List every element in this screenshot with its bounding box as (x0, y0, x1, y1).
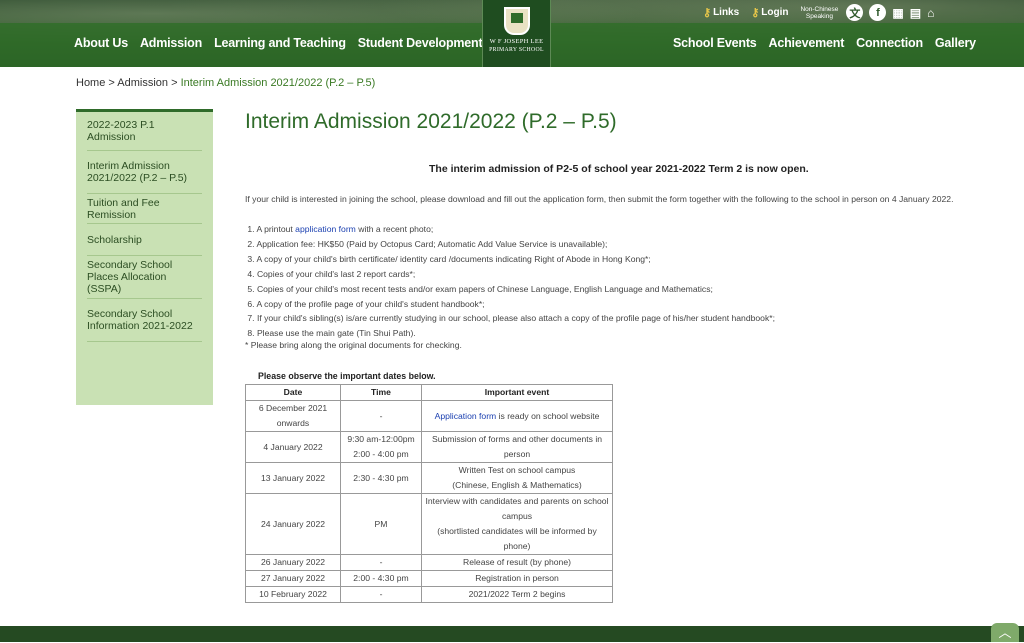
cell-event: Release of result (by phone) (421, 554, 613, 571)
breadcrumb-home[interactable]: Home (76, 77, 105, 89)
important-dates-table: Date Time Important event 6 December 202… (245, 384, 613, 603)
chinese-language-icon[interactable]: 文 (846, 4, 864, 21)
announcement-heading: The interim admission of P2-5 of school … (429, 163, 809, 175)
table-row: 13 January 2022 2:30 - 4:30 pm Written T… (245, 462, 613, 494)
table-row: 10 February 2022 - 2021/2022 Term 2 begi… (245, 586, 613, 603)
table-row: 4 January 2022 9:30 am-12:00pm 2:00 - 4:0… (245, 431, 613, 463)
utility-links: ⚷ Links ⚷ Login Non-Chinese Speaking 文 f… (703, 4, 940, 21)
cell-event: Submission of forms and other documents … (421, 431, 613, 463)
site-footer (0, 626, 1024, 642)
school-crest-icon (503, 7, 530, 35)
list-item: 8. Please use the main gate (Tin Shui Pa… (247, 328, 416, 339)
original-documents-note: * Please bring along the original docume… (245, 340, 462, 350)
nav-about-us[interactable]: About Us (74, 36, 128, 50)
school-logo[interactable]: W F JOSEPH LEE PRIMARY SCHOOL (482, 0, 551, 67)
cell-time: PM (340, 493, 422, 555)
cell-event: Application form is ready on school webs… (421, 400, 613, 432)
breadcrumb-separator: > (105, 77, 118, 89)
cell-date: 26 January 2022 (245, 554, 341, 571)
page-title: Interim Admission 2021/2022 (P.2 – P.5) (245, 110, 617, 133)
breadcrumb-admission[interactable]: Admission (117, 77, 168, 89)
cell-time: - (340, 554, 422, 571)
home-icon[interactable]: ⌂ (927, 6, 934, 20)
table-caption: Please observe the important dates below… (258, 371, 436, 381)
main-nav-right: School Events Achievement Connection Gal… (673, 36, 976, 50)
cell-event: 2021/2022 Term 2 begins (421, 586, 613, 603)
book-icon[interactable]: ▤ (910, 6, 921, 20)
cell-date: 24 January 2022 (245, 493, 341, 555)
col-header-event: Important event (421, 384, 613, 401)
nav-student-development[interactable]: Student Development (358, 36, 483, 50)
application-form-link[interactable]: Application form (435, 411, 497, 421)
cell-date: 27 January 2022 (245, 570, 341, 587)
list-item: 3. A copy of your child's birth certific… (247, 253, 651, 264)
site-header: About Us Admission Learning and Teaching… (0, 0, 1024, 67)
intro-paragraph: If your child is interested in joining t… (245, 194, 954, 204)
sidebar-item-interim-admission[interactable]: Interim Admission 2021/2022 (P.2 – P.5) (87, 151, 202, 194)
nav-learning-and-teaching[interactable]: Learning and Teaching (214, 36, 346, 50)
cell-time: - (340, 586, 422, 603)
table-row: 26 January 2022 - Release of result (by … (245, 554, 613, 571)
table-header-row: Date Time Important event (245, 384, 613, 401)
login-label: Login (761, 7, 789, 18)
links-label: Links (713, 7, 740, 18)
breadcrumb-separator: > (168, 77, 181, 89)
cell-time: 2:00 - 4:30 pm (340, 570, 422, 587)
ncs-line2: Speaking (805, 12, 833, 20)
table-row: 27 January 2022 2:00 - 4:30 pm Registrat… (245, 570, 613, 587)
logo-line2: PRIMARY SCHOOL (489, 47, 544, 53)
cell-date: 13 January 2022 (245, 462, 341, 494)
application-form-link[interactable]: application form (295, 224, 356, 234)
main-nav-left: About Us Admission Learning and Teaching… (74, 36, 483, 50)
non-chinese-speaking-link[interactable]: Non-Chinese Speaking (800, 6, 838, 20)
cell-event: Written Test on school campus (Chinese, E… (421, 462, 613, 494)
col-header-time: Time (340, 384, 422, 401)
nav-school-events[interactable]: School Events (673, 36, 757, 50)
admission-sidebar: 2022-2023 P.1 Admission Interim Admissio… (76, 109, 213, 405)
cell-time: 9:30 am-12:00pm 2:00 - 4:00 pm (340, 431, 422, 463)
table-row: 6 December 2021 onwards - Application fo… (245, 400, 613, 432)
list-item: 7. If your child's sibling(s) is/are cur… (247, 313, 775, 324)
breadcrumb: Home > Admission > Interim Admission 202… (76, 77, 375, 89)
cell-event: Registration in person (421, 570, 613, 587)
table-row: 24 January 2022 PM Interview with candid… (245, 493, 613, 555)
breadcrumb-current: Interim Admission 2021/2022 (P.2 – P.5) (180, 77, 376, 89)
cell-date: 10 February 2022 (245, 586, 341, 603)
cell-date: 6 December 2021 onwards (245, 400, 341, 432)
cell-date: 4 January 2022 (245, 431, 341, 463)
key-icon: ⚷ (751, 7, 760, 19)
facebook-icon[interactable]: f (869, 4, 887, 21)
sidebar-item-tuition-fee-remission[interactable]: Tuition and Fee Remission (87, 194, 202, 224)
nav-connection[interactable]: Connection (856, 36, 923, 50)
requirements-list: 1. A printout application form with a re… (245, 222, 775, 341)
sidebar-item-secondary-school-info[interactable]: Secondary School Information 2021-2022 (87, 299, 202, 342)
list-item: 5. Copies of your child's most recent te… (247, 283, 713, 294)
list-item: 1. A printout application form with a re… (247, 224, 434, 234)
calendar-icon[interactable]: ▦ (892, 6, 903, 20)
cell-time: - (340, 400, 422, 432)
sidebar-item-scholarship[interactable]: Scholarship (87, 224, 202, 256)
logo-line1: W F JOSEPH LEE (489, 38, 544, 45)
sidebar-item-sspa[interactable]: Secondary School Places Allocation (SSPA… (87, 256, 202, 299)
ncs-line1: Non-Chinese (800, 5, 839, 13)
cell-time: 2:30 - 4:30 pm (340, 462, 422, 494)
key-icon: ⚷ (703, 7, 712, 19)
nav-gallery[interactable]: Gallery (935, 36, 976, 50)
list-item: 6. A copy of the profile page of your ch… (247, 298, 485, 309)
list-item: 4. Copies of your child's last 2 report … (247, 268, 416, 279)
nav-admission[interactable]: Admission (140, 36, 202, 50)
back-to-top-icon[interactable]: ︿ (991, 623, 1019, 642)
list-item: 2. Application fee: HK$50 (Paid by Octop… (247, 238, 608, 249)
col-header-date: Date (245, 384, 341, 401)
login-link[interactable]: ⚷ Login (751, 6, 788, 19)
nav-achievement[interactable]: Achievement (769, 36, 845, 50)
sidebar-item-p1-admission[interactable]: 2022-2023 P.1 Admission (87, 112, 202, 151)
cell-event: Interview with candidates and parents on… (421, 493, 613, 555)
links-link[interactable]: ⚷ Links (703, 6, 739, 19)
